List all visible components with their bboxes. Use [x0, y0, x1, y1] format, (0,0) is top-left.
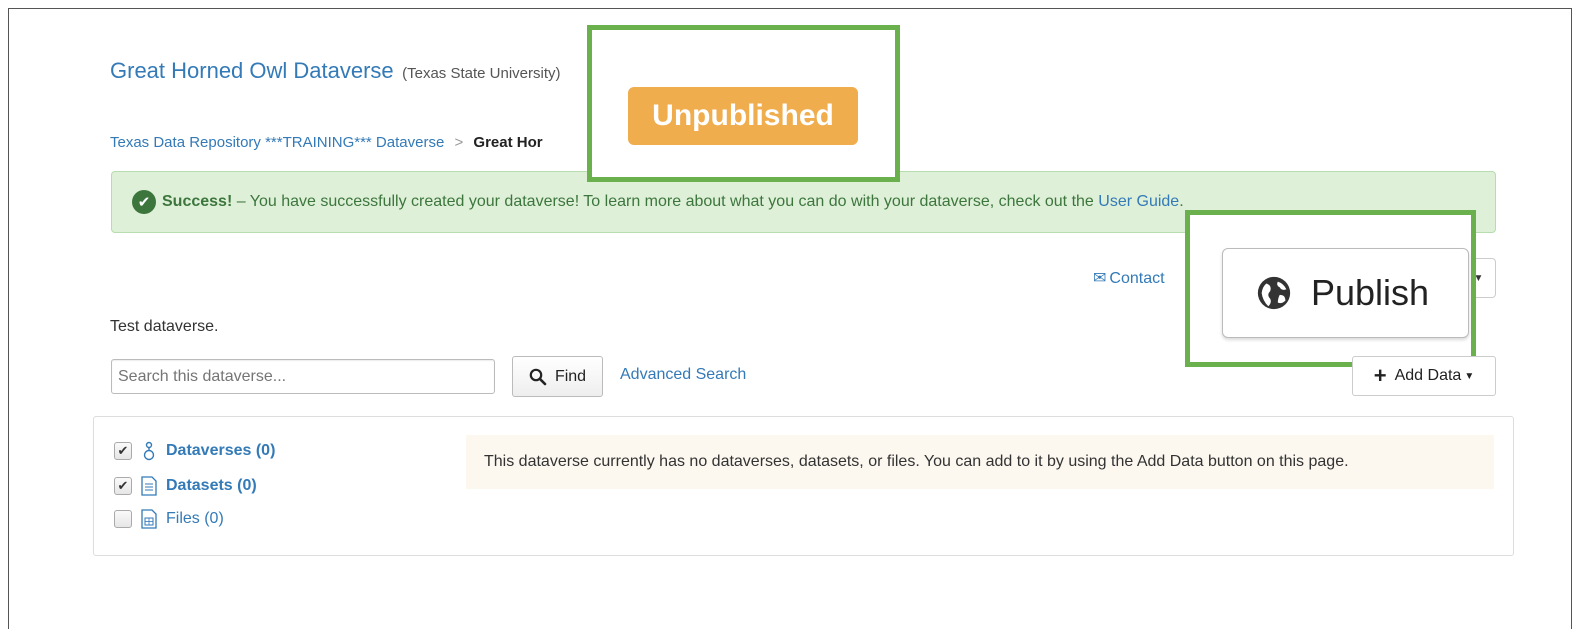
dataverse-description: Test dataverse.: [110, 318, 219, 335]
contact-label: Contact: [1109, 270, 1165, 287]
facet-checkbox[interactable]: ✔: [114, 477, 132, 495]
add-data-button[interactable]: + Add Data ▼: [1352, 356, 1496, 396]
breadcrumb: Texas Data Repository ***TRAINING*** Dat…: [110, 134, 543, 151]
find-button[interactable]: Find: [512, 356, 603, 397]
alert-message: – You have successfully created your dat…: [232, 193, 1099, 210]
facet-datasets: ✔ Datasets (0): [114, 476, 257, 496]
facet-label[interactable]: Files (0): [166, 510, 224, 528]
contact-button[interactable]: ✉ Contact: [1093, 268, 1165, 288]
publish-highlight-box: Publish: [1185, 210, 1476, 367]
facet-checkbox[interactable]: [114, 510, 132, 528]
dataverse-affiliation: (Texas State University): [402, 65, 561, 82]
breadcrumb-separator: >: [454, 134, 464, 151]
user-guide-link[interactable]: User Guide: [1098, 193, 1179, 211]
empty-results-message: This dataverse currently has no datavers…: [466, 435, 1494, 489]
search-input[interactable]: [111, 359, 495, 394]
plus-icon: +: [1373, 363, 1387, 388]
alert-end: .: [1179, 193, 1184, 210]
facet-label[interactable]: Dataverses (0): [166, 442, 275, 460]
globe-icon: [1257, 276, 1291, 310]
facet-checkbox[interactable]: ✔: [114, 442, 132, 460]
caret-down-icon: ▼: [1464, 370, 1475, 382]
dataverse-name-link[interactable]: Great Horned Owl Dataverse: [110, 58, 394, 83]
unpublished-highlight-box: Unpublished: [587, 25, 900, 182]
facet-files: Files (0): [114, 509, 224, 529]
dataverse-icon: [143, 441, 155, 461]
dataset-icon: [141, 476, 157, 496]
find-label: Find: [554, 367, 587, 385]
breadcrumb-current: Great Hor: [473, 134, 543, 151]
breadcrumb-parent-link[interactable]: Texas Data Repository ***TRAINING*** Dat…: [110, 134, 444, 151]
check-circle-icon: ✔: [132, 190, 156, 214]
dataverse-title: Great Horned Owl Dataverse (Texas State …: [110, 58, 561, 84]
results-panel: ✔ Dataverses (0) ✔ Datasets (0) Files (0…: [93, 416, 1514, 556]
alert-strong: Success!: [162, 193, 233, 210]
facet-dataverses: ✔ Dataverses (0): [114, 441, 275, 461]
unpublished-badge: Unpublished: [628, 87, 858, 145]
facet-label[interactable]: Datasets (0): [166, 477, 257, 495]
publish-label: Publish: [1311, 272, 1430, 313]
advanced-search-link[interactable]: Advanced Search: [620, 366, 746, 384]
add-data-label: Add Data: [1394, 367, 1462, 384]
publish-button[interactable]: Publish: [1222, 248, 1469, 338]
envelope-icon: ✉: [1093, 270, 1107, 287]
file-icon: [141, 509, 157, 529]
search-icon: [529, 368, 547, 385]
